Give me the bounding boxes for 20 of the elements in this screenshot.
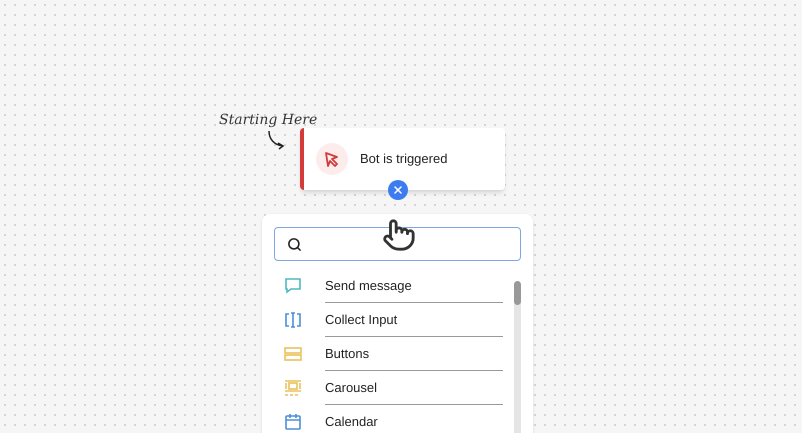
step-option[interactable]: Send message (274, 269, 511, 303)
hand-pointer-icon (382, 218, 416, 252)
search-field[interactable] (274, 227, 521, 261)
step-option[interactable]: Buttons (274, 337, 511, 371)
carousel-icon (283, 378, 303, 398)
trigger-label: Bot is triggered (360, 150, 448, 168)
calendar-icon (283, 412, 303, 432)
text-cursor-icon (283, 310, 303, 330)
curved-arrow-icon (266, 130, 286, 150)
step-option[interactable]: Carousel (274, 371, 511, 405)
handwritten-note: Starting Here (219, 111, 318, 130)
close-button[interactable] (388, 180, 408, 200)
close-icon (392, 184, 404, 196)
scrollbar[interactable] (514, 281, 521, 433)
stacked-bars-icon (283, 344, 303, 364)
step-option[interactable]: Collect Input (274, 303, 511, 337)
search-icon (287, 236, 302, 252)
step-option[interactable]: Calendar (274, 405, 511, 433)
chat-bubble-icon (283, 276, 303, 296)
trigger-node[interactable]: Bot is triggered (300, 128, 505, 190)
